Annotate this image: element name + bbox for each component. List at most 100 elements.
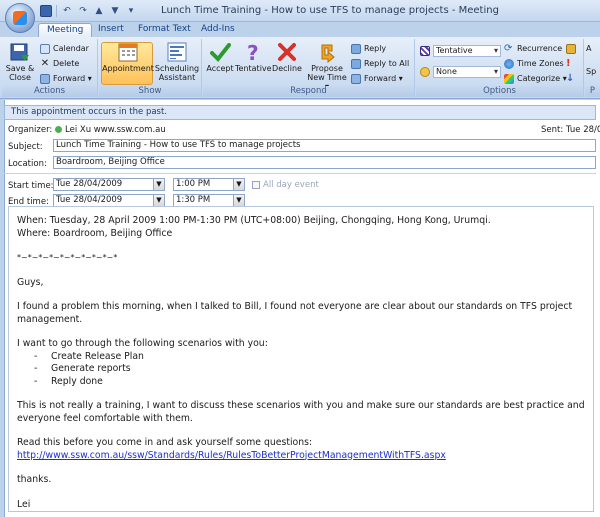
tab-meeting[interactable]: Meeting (38, 23, 93, 37)
calendar-icon (40, 43, 50, 54)
time-zones-button[interactable]: Time Zones (504, 57, 564, 70)
question-icon: ? (242, 41, 264, 65)
standards-link[interactable]: http://www.ssw.com.au/ssw/Standards/Rule… (17, 450, 446, 461)
office-logo-icon (13, 11, 27, 25)
reply-all-button[interactable]: Reply to All (351, 57, 409, 70)
chevron-down-icon[interactable]: ▼ (153, 195, 164, 206)
tentative-status-icon (420, 45, 430, 56)
group-label-options: Options (416, 86, 583, 97)
chevron-down-icon[interactable]: ▼ (233, 195, 244, 206)
title-bar: ↶ ↷ ▲ ▼ ▾ Lunch Time Training - How to u… (0, 0, 600, 22)
paragraph-3: This is not really a training, I want to… (17, 400, 585, 424)
tab-format-text[interactable]: Format Text (130, 23, 199, 37)
ribbon-tabs: Meeting Insert Format Text Add-Ins (0, 22, 600, 37)
show-as-dropdown[interactable]: Tentative (420, 44, 501, 57)
window-title: Lunch Time Training - How to use TFS to … (161, 5, 499, 16)
all-day-event-checkbox[interactable]: All day event (252, 180, 319, 190)
save-close-icon (9, 41, 31, 63)
down-arrow-icon: ↓ (566, 72, 575, 84)
location-label: Location: (8, 159, 47, 169)
decline-button[interactable]: Decline (271, 41, 303, 73)
reply-all-icon (351, 58, 361, 69)
paragraph-4: Read this before you come in and ask you… (17, 437, 313, 448)
group-options: Tentative None ⟳Recurrence Time Zones Ca… (416, 39, 584, 97)
greeting: Guys, (17, 276, 44, 288)
when-line: When: Tuesday, 28 April 2009 1:00 PM-1:3… (17, 215, 491, 226)
list-item: Reply done (34, 376, 585, 389)
reply-button[interactable]: Reply (351, 42, 386, 55)
group-show: Appointment Scheduling Assistant Show (99, 39, 202, 97)
reminder-dropdown[interactable]: None (420, 65, 501, 78)
subject-input[interactable]: Lunch Time Training - How to use TFS to … (53, 139, 596, 152)
scenario-list: Create Release Plan Generate reports Rep… (17, 351, 585, 389)
svg-text:?: ? (247, 41, 259, 63)
appointment-button[interactable]: Appointment (102, 41, 154, 73)
decline-x-icon (276, 41, 298, 63)
thanks-line: thanks. (17, 474, 52, 485)
accept-button[interactable]: Accept (205, 41, 235, 73)
start-time-combo[interactable]: 1:00 PM ▼ (173, 178, 245, 191)
checkmark-icon (209, 41, 231, 63)
group-respond: Accept ? Tentative Decline Propose New T… (203, 39, 415, 97)
high-importance-button[interactable]: ! (566, 57, 579, 70)
lock-icon (566, 43, 576, 54)
group-label-proofing: P (585, 86, 600, 97)
sent-label: Sent: (541, 125, 564, 135)
group-label-actions: Actions (2, 86, 97, 97)
chevron-down-icon[interactable]: ▼ (153, 179, 164, 190)
start-date-combo[interactable]: Tue 28/04/2009 ▼ (53, 178, 165, 191)
exclamation-icon: ! (566, 57, 571, 69)
tentative-button[interactable]: ? Tentative (235, 41, 272, 73)
categorize-button[interactable]: Categorize ▾ (504, 72, 567, 85)
office-button[interactable] (5, 3, 35, 33)
scheduling-assistant-button[interactable]: Scheduling Assistant (154, 41, 200, 82)
tab-add-ins[interactable]: Add-Ins (193, 23, 243, 37)
presence-icon (55, 126, 62, 133)
recurrence-button[interactable]: ⟳ Recurrence (504, 42, 562, 55)
list-item: Generate reports (34, 363, 585, 376)
reply-icon (351, 43, 361, 54)
respond-forward-button[interactable]: Forward ▾ (351, 72, 403, 85)
group-actions: Save & Close Calendar ✕ Delete Forward ▾ … (2, 39, 98, 97)
paragraph-1: I found a problem this morning, when I t… (17, 301, 573, 325)
low-importance-button[interactable]: ↓ (566, 72, 579, 85)
delete-button[interactable]: ✕ Delete (40, 57, 80, 70)
spelling-button[interactable]: Sp (586, 65, 596, 78)
scheduling-icon (166, 41, 188, 63)
forward-icon (40, 73, 50, 84)
subject-label: Subject: (8, 142, 43, 152)
info-bar: This appointment occurs in the past. (4, 105, 596, 120)
reminder-bell-icon (420, 66, 430, 77)
lock-private-button[interactable] (566, 42, 579, 55)
signature: Lei (17, 498, 31, 510)
save-close-button[interactable]: Save & Close (5, 41, 35, 82)
calendar-button[interactable]: Calendar (40, 42, 89, 55)
forward-icon (351, 73, 361, 84)
group-proofing-partial: A Sp P (585, 39, 600, 97)
sent-value: Tue 28/0 (566, 125, 600, 135)
group-label-show: Show (99, 86, 201, 97)
delete-icon: ✕ (40, 57, 50, 69)
divider-line: *~*~*~*~*~*~*~*~*~* (17, 253, 118, 262)
chevron-down-icon[interactable]: ▼ (233, 179, 244, 190)
recurrence-icon: ⟳ (504, 42, 513, 54)
paragraph-2: I want to go through the following scena… (17, 338, 268, 349)
ribbon: Save & Close Calendar ✕ Delete Forward ▾ … (0, 37, 600, 99)
globe-icon (504, 58, 514, 69)
location-input[interactable]: Boardroom, Beijing Office (53, 156, 596, 169)
organizer-label: Organizer: (8, 125, 53, 135)
categorize-icon (504, 73, 514, 84)
divider (4, 173, 596, 174)
start-time-label: Start time: (8, 181, 54, 191)
group-label-respond: Respond (203, 86, 414, 97)
forward-button[interactable]: Forward ▾ (40, 72, 92, 85)
organizer-value: Lei Xu www.ssw.com.au (55, 125, 166, 135)
propose-time-icon (316, 41, 338, 64)
where-line: Where: Boardroom, Beijing Office (17, 227, 173, 239)
checkbox-icon (252, 180, 260, 189)
propose-new-time-button[interactable]: Propose New Time ▾ (305, 41, 349, 91)
message-body[interactable]: When: Tuesday, 28 April 2009 1:00 PM-1:3… (8, 206, 594, 512)
tab-insert[interactable]: Insert (90, 23, 132, 37)
list-item: Create Release Plan (34, 351, 585, 364)
abc-icon[interactable]: A (586, 42, 591, 55)
